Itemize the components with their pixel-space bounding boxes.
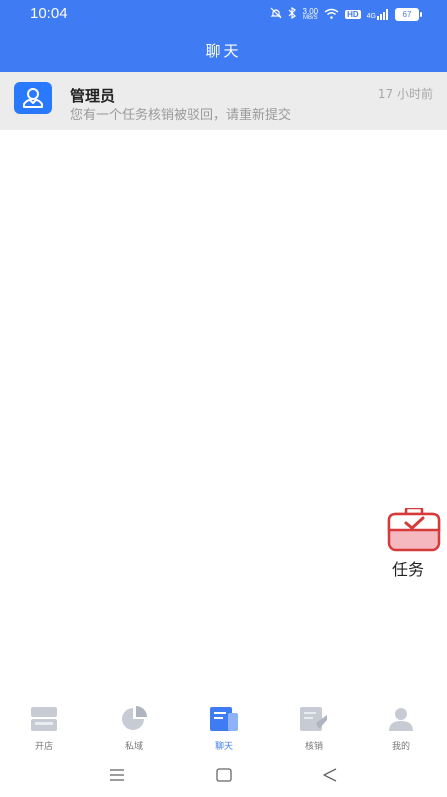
chat-icon [194,706,254,732]
signal-indicator: 4G [367,9,389,20]
tab-chat[interactable]: 聊天 [194,706,254,752]
profile-icon [371,706,431,732]
hd-badge: HD [345,10,361,19]
pie-chart-icon [104,706,164,732]
status-icons: 3.00 MB/S HD 4G 67 [270,6,422,22]
home-nav-button[interactable] [212,766,236,784]
tab-label: 聊天 [214,742,233,752]
bluetooth-icon [288,6,297,22]
tab-label: 开店 [34,742,53,752]
chat-preview-message: 您有一个任务核销被驳回，请重新提交 [70,108,292,123]
speed-indicator: 3.00 MB/S [302,6,319,22]
status-bar: 10:04 3.00 MB/S HD 4G 67 [0,0,447,28]
menu-icon [110,769,124,781]
verify-icon [284,706,344,732]
speed-value: 3.00 [302,6,319,16]
battery-icon: 67 [395,8,422,21]
tab-verify[interactable]: 核销 [284,706,344,752]
briefcase-check-icon [387,508,441,552]
menu-nav-button[interactable] [105,766,129,784]
task-float-label[interactable]: 任务 [392,556,424,580]
mute-icon [270,7,282,22]
chat-sender-name: 管理员 [70,87,116,105]
user-icon [23,88,43,108]
tab-mine[interactable]: 我的 [371,706,431,752]
speed-unit: MB/S [302,14,318,21]
tab-label: 核销 [304,742,323,752]
tab-open-store[interactable]: 开店 [14,706,74,752]
page-title: 聊天 [205,42,242,60]
app-header: 10:04 3.00 MB/S HD 4G 67 聊天 [0,0,447,72]
admin-avatar [14,82,52,114]
back-triangle-icon [323,768,337,782]
tab-label: 私域 [124,742,143,752]
status-time: 10:04 [30,5,68,22]
chat-timestamp: 17 小时前 [377,87,433,101]
store-icon [14,706,74,732]
tab-private-domain[interactable]: 私域 [104,706,164,752]
tab-label: 我的 [391,742,410,752]
wifi-icon [324,8,339,22]
back-nav-button[interactable] [318,766,342,784]
network-type: 4G [366,13,376,20]
home-square-icon [216,768,232,782]
